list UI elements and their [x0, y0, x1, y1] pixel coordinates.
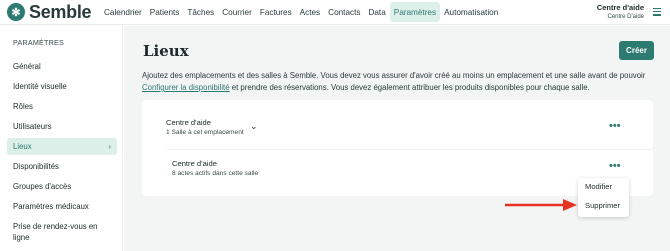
- sidebar-title: PARAMÈTRES: [13, 38, 64, 47]
- page-description: Ajoutez des emplacements et des salles à…: [142, 70, 652, 94]
- sidebar-item-label: Groupes d'accès: [13, 182, 72, 191]
- logo[interactable]: ✻ Semble: [7, 2, 93, 23]
- nav-contacts[interactable]: Contacts: [324, 2, 364, 22]
- room-more-options-icon[interactable]: •••: [609, 160, 621, 172]
- nav-factures[interactable]: Factures: [256, 2, 296, 22]
- nav-actes[interactable]: Actes: [296, 2, 324, 22]
- sidebar-item-groupes-acces[interactable]: Groupes d'accès: [7, 178, 117, 195]
- sidebar-item-disponibilites[interactable]: Disponibilités: [7, 158, 117, 175]
- account-sub: Centre D'aide: [607, 14, 645, 20]
- nav-data[interactable]: Data: [364, 2, 389, 22]
- sidebar-item-general[interactable]: Général: [7, 58, 117, 75]
- room-subtitle: 8 actes actifs dans cette salle: [172, 170, 259, 177]
- description-text: Ajoutez des emplacements et des salles à…: [142, 71, 646, 80]
- configure-availability-link[interactable]: Configurer la disponibilité: [142, 83, 230, 92]
- sidebar-item-lieux[interactable]: Lieux ›: [7, 138, 117, 155]
- sidebar-item-parametres-medicaux[interactable]: Paramètres médicaux: [7, 198, 117, 215]
- hamburger-menu-icon[interactable]: [653, 8, 661, 16]
- account-switcher[interactable]: Centre d'aide Centre D'aide: [597, 3, 644, 20]
- sidebar-item-prise-rdv-en-ligne[interactable]: Prise de rendez-vous en ligne: [7, 221, 117, 245]
- annotation-arrow-icon: [505, 199, 577, 211]
- page-title: Lieux: [143, 42, 189, 60]
- sidebar-item-label: Général: [13, 62, 41, 71]
- sidebar-item-label: Identité visuelle: [13, 82, 67, 91]
- sidebar-item-label: Paramètres médicaux: [13, 202, 89, 211]
- sidebar-item-utilisateurs[interactable]: Utilisateurs: [7, 118, 117, 135]
- locations-card: Centre d'aide 1 Salle à cet emplacement …: [142, 100, 653, 196]
- sidebar-item-identite-visuelle[interactable]: Identité visuelle: [7, 78, 117, 95]
- nav-calendrier[interactable]: Calendrier: [100, 2, 146, 22]
- sidebar-item-label: Rôles: [13, 102, 33, 111]
- description-text-2: et prendre des réservations. Vous devez …: [229, 83, 590, 92]
- account-name: Centre d'aide: [596, 3, 644, 12]
- nav-courrier[interactable]: Courrier: [218, 2, 256, 22]
- sidebar-item-label: Utilisateurs: [13, 122, 52, 131]
- divider: [166, 149, 653, 150]
- nav-parametres[interactable]: Paramètres: [389, 2, 441, 22]
- nav-taches[interactable]: Tâches: [183, 2, 218, 22]
- location-name: Centre d'aide: [166, 118, 211, 127]
- create-button[interactable]: Créer: [619, 41, 654, 60]
- top-bar: ✻ Semble Calendrier Patients Tâches Cour…: [0, 0, 670, 25]
- sidebar-item-roles[interactable]: Rôles: [7, 98, 117, 115]
- main-nav: Calendrier Patients Tâches Courrier Fact…: [100, 0, 502, 25]
- main-content: Lieux Créer Ajoutez des emplacements et …: [124, 26, 670, 251]
- room-name: Centre d'aide: [172, 159, 217, 168]
- location-more-options-icon[interactable]: •••: [609, 120, 621, 132]
- logo-text: Semble: [29, 1, 92, 22]
- semble-logo-icon: ✻: [7, 3, 25, 21]
- room-options-menu: Modifier Supprimer: [578, 178, 629, 217]
- sidebar-item-label: Lieux: [13, 142, 32, 151]
- chevron-down-icon[interactable]: ⌄: [250, 121, 258, 132]
- sidebar-item-label: Prise de rendez-vous en ligne: [13, 222, 98, 242]
- modifier-menu-item[interactable]: Modifier: [585, 182, 612, 191]
- chevron-right-icon: ›: [108, 142, 111, 151]
- sidebar-item-label: Disponibilités: [13, 162, 59, 171]
- settings-sidebar: PARAMÈTRES Général Identité visuelle Rôl…: [0, 26, 123, 251]
- supprimer-menu-item[interactable]: Supprimer: [585, 201, 620, 210]
- nav-automatisation[interactable]: Automatisation: [440, 2, 502, 22]
- location-subtitle: 1 Salle à cet emplacement: [166, 129, 244, 136]
- nav-patients[interactable]: Patients: [146, 2, 184, 22]
